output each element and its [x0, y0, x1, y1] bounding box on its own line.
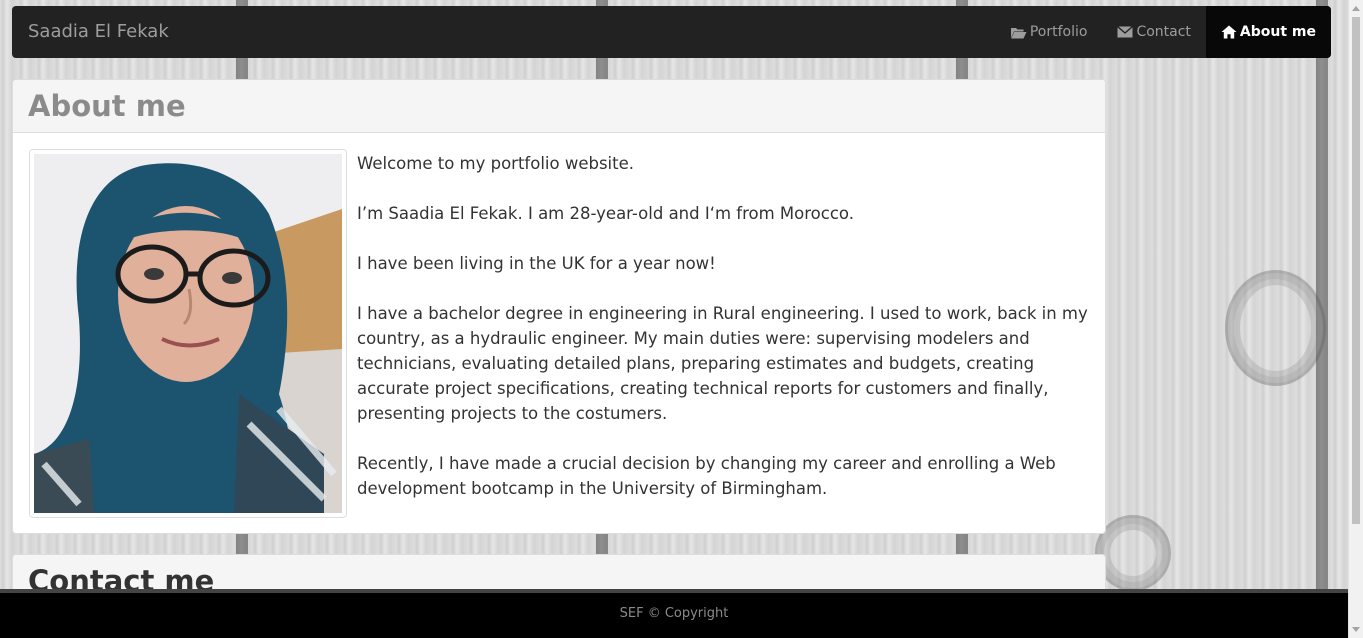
nav-item-about[interactable]: About me: [1205, 6, 1331, 58]
folder-open-icon: [1010, 26, 1027, 39]
scroll-up-icon[interactable]: [1352, 6, 1360, 11]
nav-item-portfolio[interactable]: Portfolio: [995, 6, 1103, 58]
envelope-icon: [1117, 26, 1134, 38]
nav-menu: Portfolio Contact About me: [995, 6, 1331, 58]
wood-knot-decoration: [1095, 515, 1171, 591]
about-bio: Welcome to my portfolio website. I’m Saa…: [357, 151, 1097, 526]
about-title: About me: [28, 89, 186, 123]
nav-item-label: About me: [1239, 24, 1316, 40]
bio-paragraph: Welcome to my portfolio website.: [357, 154, 635, 173]
bio-paragraph: I have a bachelor degree in engineering …: [357, 304, 1088, 423]
about-panel: About me Welcome to my portfolio website…: [12, 79, 1106, 534]
home-icon: [1221, 25, 1237, 39]
footer: SEF © Copyright: [0, 589, 1348, 638]
nav-item-contact[interactable]: Contact: [1102, 6, 1205, 58]
bio-paragraph: Recently, I have made a crucial decision…: [357, 454, 1056, 498]
profile-photo: [29, 149, 347, 518]
about-panel-heading: About me: [13, 80, 1105, 133]
nav-item-label: Contact: [1136, 24, 1191, 40]
copyright-text: SEF © Copyright: [619, 606, 729, 621]
about-panel-body: Welcome to my portfolio website. I’m Saa…: [13, 133, 1105, 533]
bio-paragraph: I’m Saadia El Fekak. I am 28-year-old an…: [357, 204, 854, 223]
vertical-scrollbar[interactable]: [1348, 0, 1363, 638]
scrollbar-thumb[interactable]: [1352, 17, 1360, 524]
profile-photo-image: [34, 154, 342, 513]
brand-link[interactable]: Saadia El Fekak: [28, 21, 169, 42]
wood-knot-decoration: [1225, 270, 1326, 386]
scroll-down-icon[interactable]: [1352, 627, 1360, 632]
nav-item-label: Portfolio: [1029, 24, 1088, 40]
top-navbar: Saadia El Fekak Portfolio Contact About …: [12, 6, 1331, 58]
bio-paragraph: I have been living in the UK for a year …: [357, 254, 716, 273]
